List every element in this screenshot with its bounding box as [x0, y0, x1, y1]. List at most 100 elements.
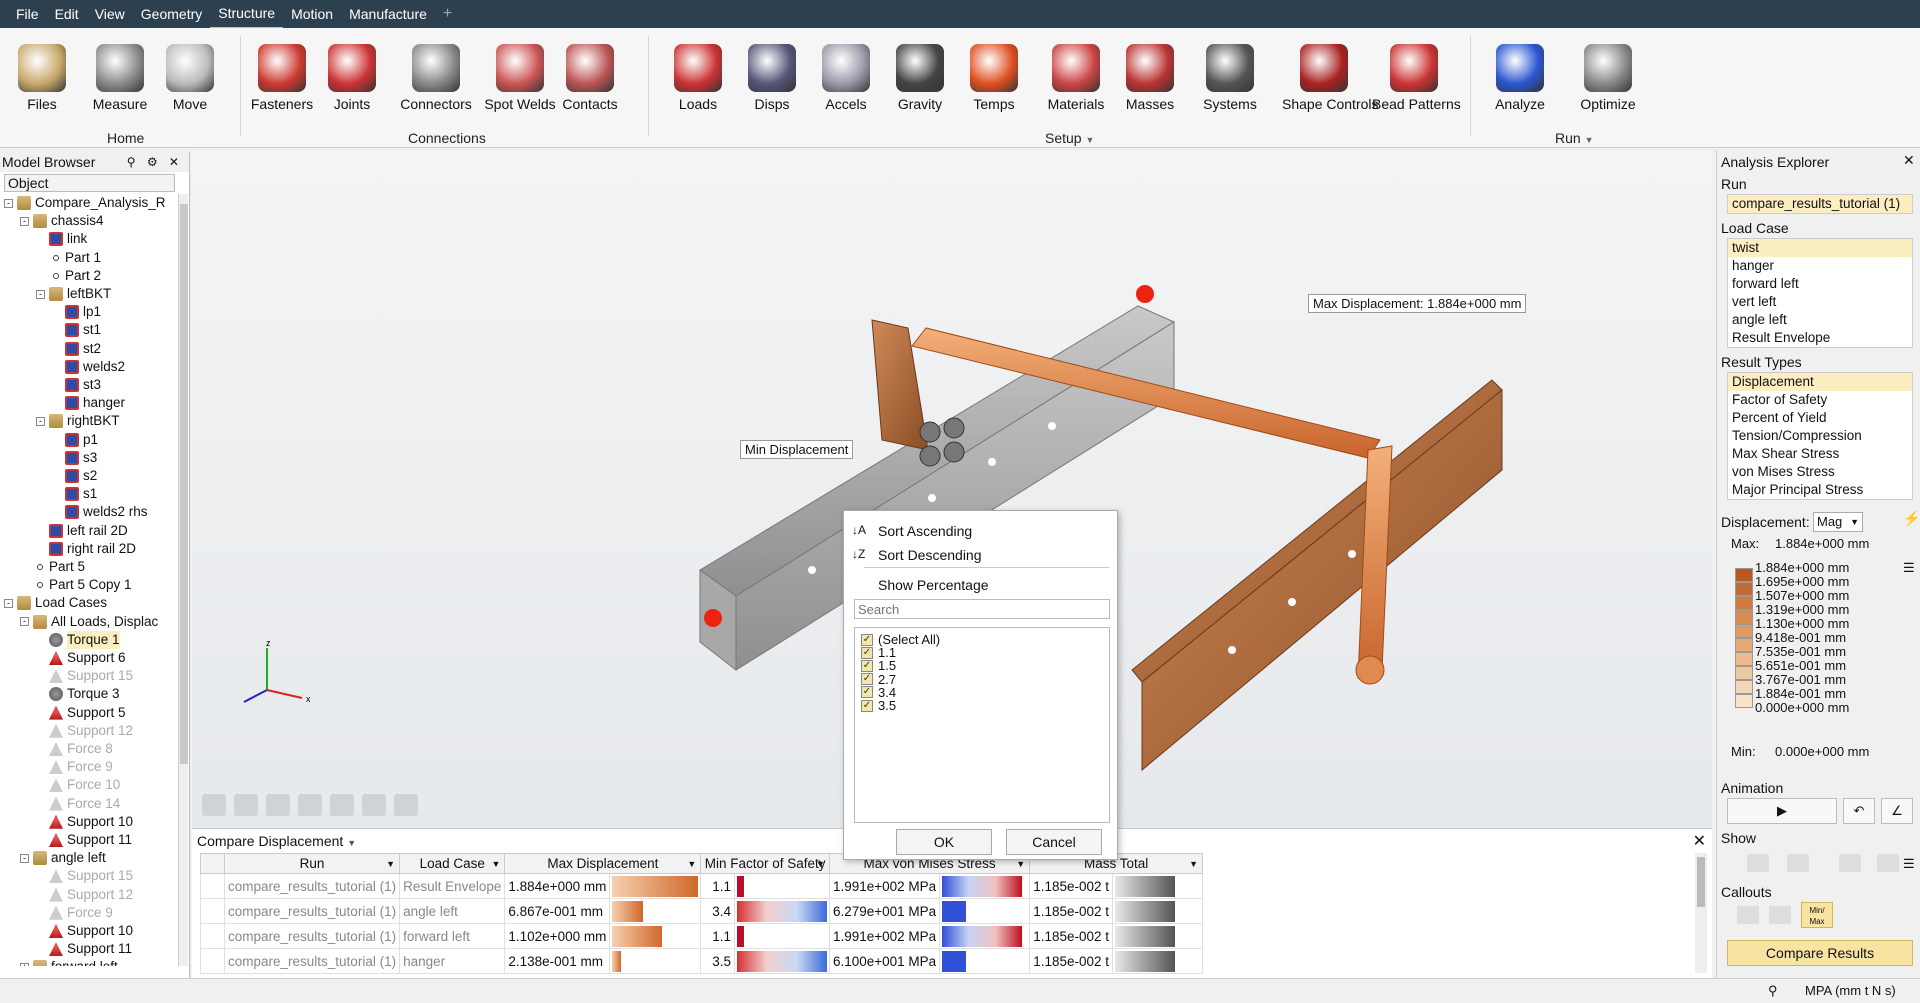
analyze-button[interactable]: Analyze: [1478, 36, 1562, 112]
filter-chevron-icon[interactable]: ▼: [1016, 859, 1025, 869]
animation-settings-button[interactable]: ∠: [1881, 798, 1913, 824]
connectors-button[interactable]: Connectors: [394, 36, 478, 112]
files-button[interactable]: Files: [0, 36, 84, 112]
tree-item[interactable]: Part 5: [20, 558, 85, 576]
tree-item[interactable]: st3: [52, 376, 101, 394]
compare-panel-title[interactable]: Compare Displacement ▼: [197, 833, 356, 849]
shaded-cube-icon[interactable]: [394, 794, 418, 816]
tree-item[interactable]: Support 10: [36, 922, 133, 940]
tree-toggle-icon[interactable]: -: [4, 198, 13, 208]
optimize-button[interactable]: Optimize: [1566, 36, 1650, 112]
tree-item[interactable]: Force 9: [36, 758, 113, 776]
tree-item[interactable]: Force 10: [36, 776, 120, 794]
tree-item[interactable]: Support 12: [36, 722, 133, 740]
load-case-item[interactable]: angle left: [1728, 311, 1912, 329]
view-box-icon[interactable]: [298, 794, 322, 816]
column-header-object[interactable]: Object: [4, 174, 175, 192]
result-type-item[interactable]: Major Principal Stress: [1728, 481, 1912, 499]
checkbox-checked-icon[interactable]: ✓: [861, 659, 873, 672]
show-deformed-icon[interactable]: [1747, 854, 1769, 872]
filter-chevron-icon[interactable]: ▼: [1189, 859, 1198, 869]
load-case-item[interactable]: vert left: [1728, 293, 1912, 311]
tree-item[interactable]: Support 11: [36, 940, 132, 958]
filter-chevron-icon[interactable]: ▼: [386, 859, 395, 869]
add-tab-icon[interactable]: +: [435, 5, 460, 23]
callout-pin-icon[interactable]: [1737, 906, 1759, 924]
contacts-button[interactable]: Contacts: [548, 36, 632, 112]
temps-button[interactable]: Temps: [952, 36, 1036, 112]
tree-item[interactable]: link: [36, 230, 87, 248]
result-type-item[interactable]: Displacement: [1728, 373, 1912, 391]
show-undeformed-icon[interactable]: [1839, 854, 1861, 872]
checkbox-checked-icon[interactable]: ✓: [861, 646, 873, 659]
tree-item[interactable]: welds2: [52, 358, 125, 376]
tree-item[interactable]: Support 11: [36, 831, 132, 849]
tree-item[interactable]: s3: [52, 449, 97, 467]
tree-item[interactable]: Torque 1: [36, 630, 120, 649]
menu-structure[interactable]: Structure: [210, 0, 284, 29]
load-case-item[interactable]: twist: [1728, 239, 1912, 257]
load-case-item[interactable]: hanger: [1728, 257, 1912, 275]
minmax-callout-toggle[interactable]: Min/ Max: [1801, 902, 1833, 928]
group-run-label[interactable]: Run ▼: [1555, 130, 1594, 146]
show-options-icon[interactable]: ☰: [1903, 856, 1915, 872]
filter-chevron-icon[interactable]: ▼: [687, 859, 696, 869]
menu-manufacture[interactable]: Manufacture: [341, 0, 435, 28]
loads-button[interactable]: Loads: [656, 36, 740, 112]
shape-controls-button[interactable]: Shape Controls: [1282, 36, 1379, 112]
tree-toggle-icon[interactable]: +: [20, 962, 29, 966]
tree-item[interactable]: + forward left: [20, 958, 118, 966]
tree-item[interactable]: - leftBKT: [36, 285, 111, 303]
show-percentage-item[interactable]: Show Percentage: [878, 577, 989, 593]
tree-item[interactable]: s1: [52, 485, 97, 503]
sort-ascending-item[interactable]: Sort Ascending: [878, 523, 972, 539]
play-animation-button[interactable]: ▶: [1727, 798, 1837, 824]
units-display[interactable]: MPA (mm t N s): [1805, 983, 1896, 998]
tree-toggle-icon[interactable]: -: [36, 289, 45, 299]
column-header[interactable]: Max Displacement ▼: [504, 853, 702, 874]
section-cut-icon[interactable]: [266, 794, 290, 816]
accels-button[interactable]: Accels: [804, 36, 888, 112]
load-case-item[interactable]: forward left: [1728, 275, 1912, 293]
menu-file[interactable]: File: [8, 0, 47, 28]
rotate-view-icon[interactable]: [362, 794, 386, 816]
tree-toggle-icon[interactable]: -: [36, 416, 45, 426]
menu-geometry[interactable]: Geometry: [133, 0, 210, 28]
filter-chevron-icon[interactable]: ▼: [491, 859, 500, 869]
table-row[interactable]: compare_results_tutorial (1) Result Envel…: [200, 873, 1203, 899]
tree-item[interactable]: p1: [52, 431, 98, 449]
tree-item[interactable]: Support 12: [36, 886, 133, 904]
tree-item[interactable]: hanger: [52, 394, 125, 412]
tree-toggle-icon[interactable]: -: [20, 617, 29, 627]
cancel-button[interactable]: Cancel: [1006, 829, 1102, 855]
column-header[interactable]: Load Case ▼: [399, 853, 506, 874]
tree-item[interactable]: - chassis4: [20, 212, 104, 230]
animation-mode-button[interactable]: ↶: [1843, 798, 1875, 824]
result-type-item[interactable]: Tension/Compression: [1728, 427, 1912, 445]
ok-button[interactable]: OK: [896, 829, 992, 855]
tree-item[interactable]: right rail 2D: [36, 540, 136, 558]
tree-toggle-icon[interactable]: -: [20, 216, 29, 226]
compare-close-icon[interactable]: ✕: [1693, 831, 1706, 851]
legend-options-icon[interactable]: ☰: [1903, 560, 1915, 576]
sort-descending-item[interactable]: Sort Descending: [878, 547, 982, 563]
tree-item[interactable]: Support 10: [36, 813, 133, 831]
load-case-item[interactable]: Result Envelope: [1728, 329, 1912, 347]
tree-item[interactable]: Part 2: [36, 267, 101, 285]
table-row[interactable]: compare_results_tutorial (1) forward left…: [200, 923, 1203, 949]
scrollbar-thumb[interactable]: [180, 204, 188, 764]
tree-item[interactable]: Force 9: [36, 904, 113, 922]
materials-button[interactable]: Materials: [1034, 36, 1118, 112]
gravity-button[interactable]: Gravity: [878, 36, 962, 112]
run-selector[interactable]: compare_results_tutorial (1): [1727, 194, 1913, 214]
group-setup-label[interactable]: Setup ▼: [1045, 130, 1094, 146]
tree-item[interactable]: st1: [52, 321, 101, 339]
tree-item[interactable]: - rightBKT: [36, 412, 120, 430]
result-type-item[interactable]: Max Shear Stress: [1728, 445, 1912, 463]
menu-view[interactable]: View: [87, 0, 133, 28]
tree-item[interactable]: - angle left: [20, 849, 106, 867]
show-contour-icon[interactable]: [1787, 854, 1809, 872]
tree-item[interactable]: Support 5: [36, 704, 126, 722]
filter-chevron-icon[interactable]: ▼: [816, 859, 825, 869]
checkbox-checked-icon[interactable]: ✓: [861, 673, 873, 686]
